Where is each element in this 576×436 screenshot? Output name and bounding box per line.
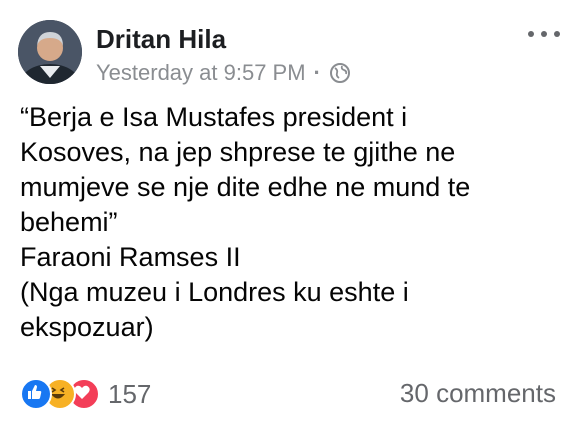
post-text-line: “Berja e Isa Mustafes president i bbox=[20, 102, 408, 132]
post-text-line: Faraoni Ramses II bbox=[20, 242, 241, 272]
meta-separator: · bbox=[313, 60, 321, 85]
author-name[interactable]: Dritan Hila bbox=[96, 24, 226, 55]
post-header: Dritan Hila Yesterday at 9:57 PM · bbox=[18, 20, 560, 86]
reactions-summary[interactable]: 157 bbox=[20, 378, 151, 410]
avatar[interactable] bbox=[18, 20, 82, 84]
avatar-photo bbox=[18, 20, 82, 84]
globe-icon bbox=[329, 62, 351, 84]
post-text: “Berja e Isa Mustafes president i Kosove… bbox=[20, 100, 560, 345]
post-text-line: (Nga muzeu i Londres ku eshte i bbox=[20, 277, 409, 307]
post-text-line: ekspozuar) bbox=[20, 312, 154, 342]
post-timestamp[interactable]: Yesterday at 9:57 PM bbox=[96, 60, 306, 86]
post-meta: Yesterday at 9:57 PM · bbox=[96, 60, 351, 86]
comments-link[interactable]: 30 comments bbox=[400, 378, 556, 409]
reaction-count: 157 bbox=[108, 378, 152, 409]
facebook-post: Dritan Hila Yesterday at 9:57 PM · “Berj… bbox=[0, 0, 576, 436]
like-icon bbox=[20, 378, 52, 410]
post-text-line: behemi” bbox=[20, 207, 118, 237]
post-footer: 157 30 comments bbox=[20, 376, 560, 412]
post-text-line: Kosoves, na jep shprese te gjithe ne bbox=[20, 137, 456, 167]
more-options-icon[interactable] bbox=[528, 28, 560, 40]
post-text-line: mumjeve se nje dite edhe ne mund te bbox=[20, 172, 471, 202]
